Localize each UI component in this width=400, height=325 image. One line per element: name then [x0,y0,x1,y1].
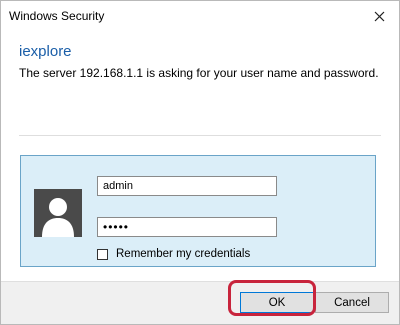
button-bar: OK Cancel [1,281,399,324]
close-icon [374,11,384,21]
user-silhouette-icon [34,189,82,237]
remember-checkbox[interactable] [97,248,108,260]
close-button[interactable] [359,1,399,31]
title-bar: Windows Security [1,1,399,31]
username-field[interactable] [97,176,277,196]
cancel-button[interactable]: Cancel [315,292,389,313]
ok-button[interactable]: OK [240,292,314,313]
divider [19,135,381,136]
remember-credentials[interactable]: Remember my credentials [97,248,250,260]
password-field[interactable] [97,217,277,237]
security-dialog: Windows Security iexplore The server 192… [0,0,400,325]
credential-panel: Remember my credentials [20,155,376,267]
auth-message: The server 192.168.1.1 is asking for you… [19,66,379,80]
app-name: iexplore [19,43,72,60]
dialog-title: Windows Security [9,9,105,23]
remember-label: Remember my credentials [116,248,251,260]
